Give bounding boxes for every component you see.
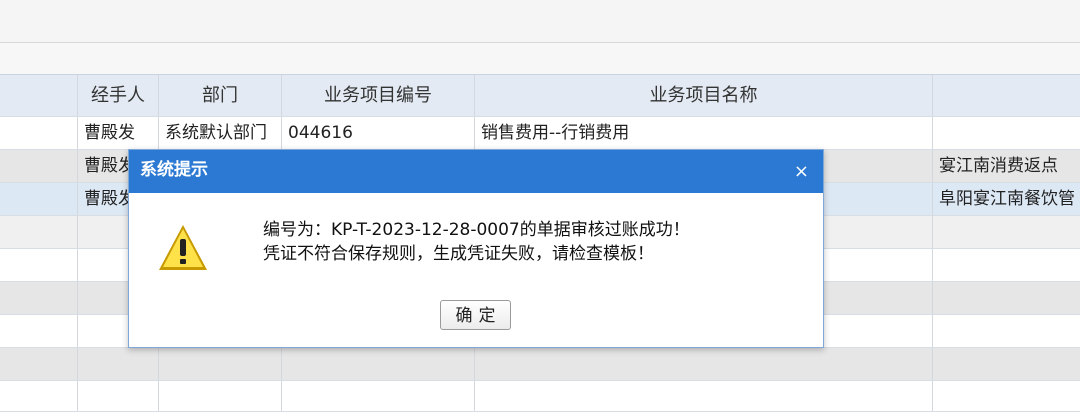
- ok-button[interactable]: 确定: [440, 300, 511, 330]
- table-cell: [475, 348, 933, 380]
- table-cell-project-name: 销售费用--行销费用: [475, 117, 933, 149]
- system-alert-dialog: 系统提示 × 编号为：KP-T-2023-12-28-0007的单据审核过账成功…: [128, 149, 824, 348]
- filter-area: [0, 43, 1080, 74]
- table-cell: [0, 381, 78, 411]
- dialog-titlebar[interactable]: 系统提示 ×: [129, 150, 823, 193]
- data-grid: 经手人 部门 业务项目编号 业务项目名称 曹殿发 系统默认部门 044616 销…: [0, 74, 1080, 412]
- warning-icon: [159, 225, 207, 270]
- table-cell: [0, 282, 78, 314]
- table-cell: [0, 117, 78, 149]
- table-cell: [0, 315, 78, 347]
- table-cell-department: 系统默认部门: [159, 117, 282, 149]
- dialog-title: 系统提示: [140, 160, 208, 180]
- top-toolbar: [0, 0, 1080, 43]
- dialog-message: 编号为：KP-T-2023-12-28-0007的单据审核过账成功！ 凭证不符合…: [263, 218, 690, 266]
- table-cell: [933, 117, 1080, 149]
- col-header-project-code[interactable]: 业务项目编号: [282, 75, 475, 116]
- table-cell: [0, 348, 78, 380]
- grid-header: 经手人 部门 业务项目编号 业务项目名称: [0, 75, 1080, 117]
- table-cell: [159, 348, 282, 380]
- table-cell: 宴江南消费返点: [939, 156, 1058, 176]
- table-cell: [78, 348, 159, 380]
- col-header-handler[interactable]: 经手人: [78, 75, 159, 116]
- col-header-project-name[interactable]: 业务项目名称: [475, 75, 933, 116]
- table-row-empty[interactable]: [0, 348, 1080, 381]
- table-cell: [159, 381, 282, 411]
- close-icon[interactable]: ×: [794, 150, 809, 193]
- table-cell: [0, 216, 78, 248]
- table-cell: [475, 381, 933, 411]
- table-cell: [0, 150, 78, 182]
- table-cell: [78, 381, 159, 411]
- table-cell: [0, 249, 78, 281]
- message-line-2: 凭证不符合保存规则，生成凭证失败，请检查模板！: [263, 244, 654, 264]
- table-row-empty[interactable]: [0, 381, 1080, 412]
- table-cell: 阜阳宴江南餐饮管: [939, 189, 1075, 209]
- table-cell: [0, 183, 78, 215]
- table-row[interactable]: 曹殿发 系统默认部门 044616 销售费用--行销费用: [0, 117, 1080, 150]
- table-cell: [282, 381, 475, 411]
- table-cell-handler: 曹殿发: [78, 117, 159, 149]
- table-cell-project-code: 044616: [282, 117, 475, 149]
- col-header-department[interactable]: 部门: [159, 75, 282, 116]
- col-header-5[interactable]: [933, 75, 1080, 116]
- col-header-0[interactable]: [0, 75, 78, 116]
- message-line-1: 编号为：KP-T-2023-12-28-0007的单据审核过账成功！: [263, 220, 690, 240]
- table-cell: [282, 348, 475, 380]
